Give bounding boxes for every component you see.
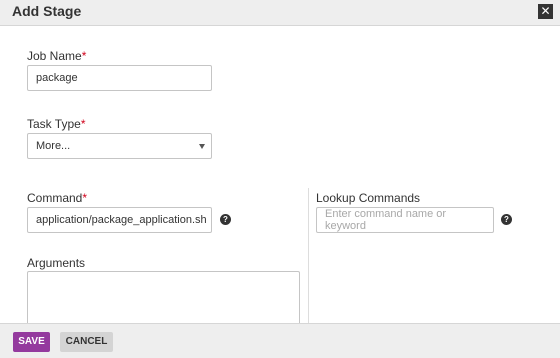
- dialog-title: Add Stage: [12, 3, 82, 19]
- command-value: application/package_application.sh: [36, 214, 207, 226]
- cancel-button[interactable]: CANCEL: [60, 332, 113, 352]
- arguments-label: Arguments: [27, 256, 86, 270]
- lookup-commands-placeholder: Enter command name or keyword: [325, 208, 447, 232]
- help-icon[interactable]: ?: [501, 214, 512, 225]
- dialog-header: Add Stage ✕: [0, 0, 560, 26]
- task-type-label: Task Type*: [27, 117, 85, 131]
- dialog-footer: SAVE CANCEL: [0, 323, 560, 358]
- close-icon[interactable]: ✕: [538, 4, 553, 19]
- arguments-textarea[interactable]: [27, 271, 300, 323]
- lookup-commands-label: Lookup Commands: [316, 191, 421, 205]
- lookup-commands-input[interactable]: Enter command name or keyword: [316, 207, 494, 233]
- job-name-label-text: Job Name: [27, 49, 82, 63]
- command-label: Command*: [27, 191, 87, 205]
- help-icon[interactable]: ?: [220, 214, 231, 225]
- task-type-label-text: Task Type: [27, 117, 81, 131]
- command-label-text: Command: [27, 191, 83, 205]
- job-name-value: package: [36, 72, 78, 84]
- column-divider: [308, 188, 309, 323]
- add-stage-dialog: Add Stage ✕ Job Name* package Task Type*…: [0, 0, 560, 358]
- job-name-input[interactable]: package: [27, 65, 212, 91]
- job-name-label: Job Name*: [27, 49, 86, 63]
- required-mark: *: [81, 49, 87, 63]
- required-mark: *: [82, 191, 88, 205]
- task-type-select[interactable]: More...: [27, 133, 212, 159]
- task-type-selected: More...: [36, 140, 71, 152]
- save-button[interactable]: SAVE: [13, 332, 50, 352]
- required-mark: *: [80, 117, 86, 131]
- command-input[interactable]: application/package_application.sh: [27, 207, 212, 233]
- chevron-down-icon: [199, 144, 205, 149]
